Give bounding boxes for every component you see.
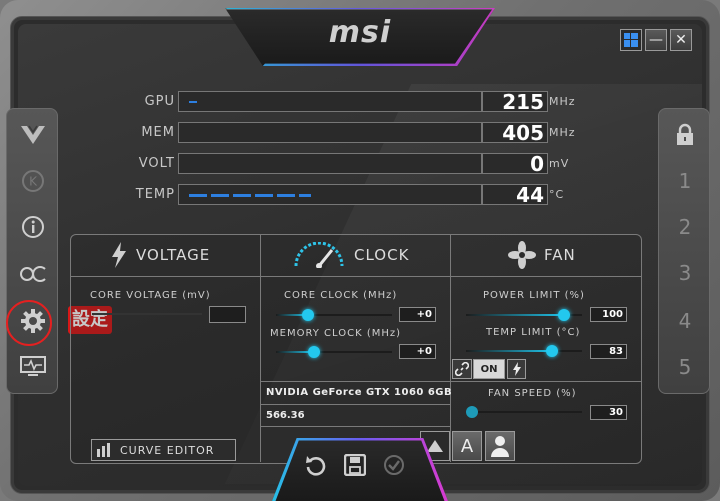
gpu-info-top-line: [261, 381, 450, 382]
power-limit-label: POWER LIMIT (%): [483, 290, 585, 301]
right-sidebar: 1 2 3 4 5: [658, 108, 710, 394]
fan-speed-label: FAN SPEED (%): [488, 388, 577, 399]
fan-speed-top-line: [451, 381, 641, 382]
temp-bar: [178, 184, 482, 205]
close-button[interactable]: ✕: [670, 29, 692, 51]
temp-limit-fill: [466, 350, 550, 352]
oc-scanner-icon[interactable]: [11, 115, 55, 155]
gpu-info-mid-line: [261, 404, 450, 405]
memory-clock-input[interactable]: +0: [399, 344, 436, 359]
temp-unit: °C: [549, 188, 565, 201]
fan-title: FAN: [544, 246, 576, 264]
gauge-icon: [294, 242, 344, 268]
core-voltage-label: CORE VOLTAGE (mV): [90, 290, 211, 301]
profile-2-button[interactable]: 2: [663, 207, 707, 247]
power-limit-fill: [466, 314, 562, 316]
mem-bar: [178, 122, 482, 143]
temp-value: 44: [482, 184, 548, 205]
divider-voltage-clock: [260, 234, 261, 462]
svg-text:K: K: [29, 175, 38, 189]
gpu-value: 215: [482, 91, 548, 112]
volt-label: VOLT: [138, 156, 175, 171]
msi-logo: msi: [328, 15, 392, 50]
mem-label: MEM: [141, 125, 175, 140]
save-button[interactable]: [342, 452, 368, 478]
link-toggle-button[interactable]: [452, 359, 472, 379]
volt-unit: mV: [549, 157, 570, 170]
power-limit-slider[interactable]: [558, 309, 570, 321]
clock-title: CLOCK: [354, 246, 410, 264]
core-clock-label: CORE CLOCK (MHz): [284, 290, 398, 301]
windows-logo-icon[interactable]: [620, 29, 642, 51]
core-voltage-slider[interactable]: [92, 313, 202, 315]
info-icon[interactable]: [11, 207, 55, 247]
kombustor-icon[interactable]: K: [11, 161, 55, 201]
gpu-unit: MHz: [549, 95, 576, 108]
volt-bar: [178, 153, 482, 174]
core-clock-input[interactable]: +0: [399, 307, 436, 322]
profile-3-button[interactable]: 3: [663, 253, 707, 293]
mem-value: 405: [482, 122, 548, 143]
reset-button[interactable]: [303, 452, 329, 478]
temp-limit-label: TEMP LIMIT (°C): [486, 327, 581, 338]
oc-icon[interactable]: [11, 253, 55, 293]
gpu-label: GPU: [144, 94, 175, 109]
power-limit-input[interactable]: 100: [590, 307, 627, 322]
fan-speed-input[interactable]: 30: [590, 405, 627, 420]
bar-chart-icon: [97, 443, 110, 457]
link-on-button[interactable]: ON: [473, 359, 505, 379]
fan-speed-track: [472, 411, 582, 413]
gpu-bar: [178, 91, 482, 112]
fan-boost-button[interactable]: [507, 359, 526, 379]
memory-clock-slider[interactable]: [308, 346, 320, 358]
lightning-icon: [112, 242, 126, 268]
gpu-info-bottom-line: [261, 426, 450, 427]
voltage-title: VOLTAGE: [136, 246, 211, 264]
settings-highlight-ring: [6, 300, 52, 346]
link-icon: [455, 362, 469, 376]
apply-button[interactable]: [381, 452, 407, 478]
fan-icon: [508, 241, 536, 269]
driver-version: 566.36: [266, 410, 305, 421]
user-icon: [491, 436, 509, 457]
voltage-header: VOLTAGE: [110, 241, 210, 269]
temp-limit-input[interactable]: 83: [590, 344, 627, 359]
auto-fan-button[interactable]: A: [452, 431, 482, 461]
memory-clock-label: MEMORY CLOCK (MHz): [270, 328, 402, 339]
curve-editor-button[interactable]: CURVE EDITOR: [91, 439, 236, 461]
minimize-button[interactable]: —: [645, 29, 667, 51]
curve-editor-label: CURVE EDITOR: [120, 443, 215, 457]
fan-speed-slider[interactable]: [466, 406, 478, 418]
save-icon: [344, 454, 366, 476]
up-triangle-icon: [427, 440, 443, 452]
mem-unit: MHz: [549, 126, 576, 139]
fan-header: FAN: [508, 241, 576, 269]
core-clock-slider[interactable]: [302, 309, 314, 321]
temp-label: TEMP: [135, 187, 175, 202]
left-sidebar: K: [6, 108, 58, 394]
divider-clock-fan: [450, 234, 451, 462]
reset-icon: [306, 456, 326, 476]
clock-header: CLOCK: [292, 241, 409, 269]
lock-icon[interactable]: [663, 115, 707, 155]
monitor-icon[interactable]: [11, 347, 55, 387]
temp-limit-slider[interactable]: [546, 345, 558, 357]
volt-value: 0: [482, 153, 548, 174]
header-divider: [71, 276, 641, 277]
profile-5-button[interactable]: 5: [663, 347, 707, 387]
profile-1-button[interactable]: 1: [663, 161, 707, 201]
user-fan-profile-button[interactable]: [485, 431, 515, 461]
lightning-icon: [512, 362, 521, 376]
memory-clock-fill: [276, 351, 312, 353]
gpu-name: NVIDIA GeForce GTX 1060 6GB: [266, 387, 453, 398]
check-icon: [384, 455, 404, 475]
core-voltage-input[interactable]: [209, 306, 246, 323]
profile-4-button[interactable]: 4: [663, 301, 707, 341]
